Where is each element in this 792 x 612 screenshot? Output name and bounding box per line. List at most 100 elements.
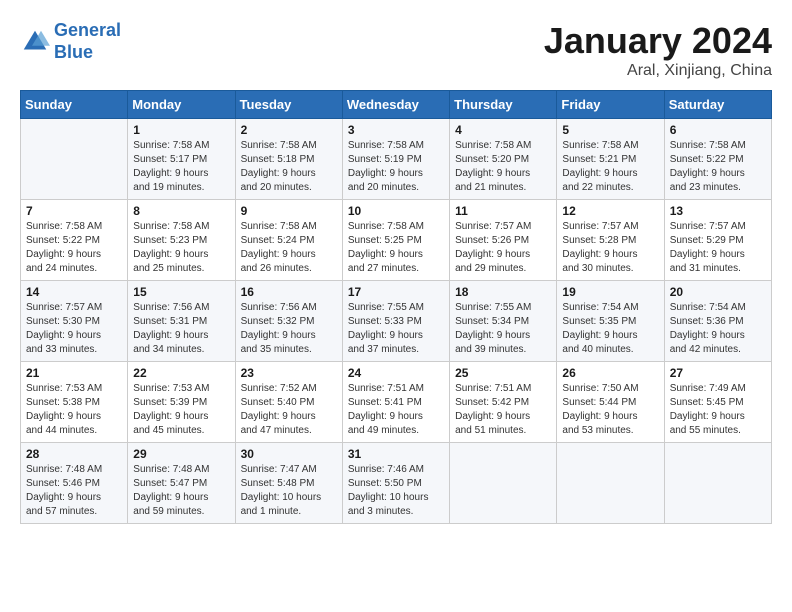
- day-number: 3: [348, 123, 444, 137]
- month-title: January 2024: [544, 20, 772, 62]
- title-block: January 2024 Aral, Xinjiang, China: [544, 20, 772, 80]
- day-info: Sunrise: 7:56 AM Sunset: 5:32 PM Dayligh…: [241, 301, 337, 357]
- day-header-sunday: Sunday: [21, 91, 128, 119]
- day-number: 27: [670, 366, 766, 380]
- day-info: Sunrise: 7:50 AM Sunset: 5:44 PM Dayligh…: [562, 382, 658, 438]
- day-number: 8: [133, 204, 229, 218]
- calendar-cell: 17 Sunrise: 7:55 AM Sunset: 5:33 PM Dayli…: [342, 281, 449, 362]
- day-number: 17: [348, 285, 444, 299]
- day-number: 11: [455, 204, 551, 218]
- calendar-cell: [450, 443, 557, 524]
- calendar-cell: 26Sunrise: 7:50 AM Sunset: 5:44 PM Dayli…: [557, 362, 664, 443]
- day-info: Sunrise: 7:58 AM Sunset: 5:19 PM Dayligh…: [348, 139, 444, 195]
- day-number: 10: [348, 204, 444, 218]
- day-info: Sunrise: 7:46 AM Sunset: 5:50 PM Dayligh…: [348, 463, 444, 519]
- calendar-cell: 12 Sunrise: 7:57 AM Sunset: 5:28 PM Dayli…: [557, 200, 664, 281]
- calendar-cell: 29 Sunrise: 7:48 AM Sunset: 5:47 PM Dayli…: [128, 443, 235, 524]
- day-header-thursday: Thursday: [450, 91, 557, 119]
- day-number: 14: [26, 285, 122, 299]
- calendar-cell: 6Sunrise: 7:58 AM Sunset: 5:22 PM Daylig…: [664, 119, 771, 200]
- day-info: Sunrise: 7:55 AM Sunset: 5:33 PM Dayligh…: [348, 301, 444, 357]
- day-header-wednesday: Wednesday: [342, 91, 449, 119]
- day-number: 12: [562, 204, 658, 218]
- calendar-cell: 10 Sunrise: 7:58 AM Sunset: 5:25 PM Dayli…: [342, 200, 449, 281]
- day-info: Sunrise: 7:58 AM Sunset: 5:24 PM Dayligh…: [241, 220, 337, 276]
- week-row-5: 28Sunrise: 7:48 AM Sunset: 5:46 PM Dayli…: [21, 443, 772, 524]
- calendar-cell: 8 Sunrise: 7:58 AM Sunset: 5:23 PM Daylig…: [128, 200, 235, 281]
- calendar-table: SundayMondayTuesdayWednesdayThursdayFrid…: [20, 90, 772, 524]
- location: Aral, Xinjiang, China: [544, 62, 772, 80]
- calendar-cell: 14 Sunrise: 7:57 AM Sunset: 5:30 PM Dayli…: [21, 281, 128, 362]
- calendar-cell: 19Sunrise: 7:54 AM Sunset: 5:35 PM Dayli…: [557, 281, 664, 362]
- day-info: Sunrise: 7:58 AM Sunset: 5:22 PM Dayligh…: [26, 220, 122, 276]
- logo-text: General Blue: [54, 20, 121, 63]
- day-info: Sunrise: 7:48 AM Sunset: 5:46 PM Dayligh…: [26, 463, 122, 519]
- calendar-cell: 2 Sunrise: 7:58 AM Sunset: 5:18 PM Daylig…: [235, 119, 342, 200]
- calendar-cell: 31 Sunrise: 7:46 AM Sunset: 5:50 PM Dayli…: [342, 443, 449, 524]
- day-number: 22: [133, 366, 229, 380]
- day-number: 31: [348, 447, 444, 461]
- calendar-cell: 7 Sunrise: 7:58 AM Sunset: 5:22 PM Daylig…: [21, 200, 128, 281]
- day-info: Sunrise: 7:57 AM Sunset: 5:28 PM Dayligh…: [562, 220, 658, 276]
- calendar-cell: 24 Sunrise: 7:51 AM Sunset: 5:41 PM Dayli…: [342, 362, 449, 443]
- day-info: Sunrise: 7:51 AM Sunset: 5:41 PM Dayligh…: [348, 382, 444, 438]
- calendar-cell: [664, 443, 771, 524]
- calendar-cell: 5Sunrise: 7:58 AM Sunset: 5:21 PM Daylig…: [557, 119, 664, 200]
- calendar-cell: 30 Sunrise: 7:47 AM Sunset: 5:48 PM Dayli…: [235, 443, 342, 524]
- day-number: 2: [241, 123, 337, 137]
- calendar-cell: 25 Sunrise: 7:51 AM Sunset: 5:42 PM Dayli…: [450, 362, 557, 443]
- calendar-cell: 15 Sunrise: 7:56 AM Sunset: 5:31 PM Dayli…: [128, 281, 235, 362]
- day-header-tuesday: Tuesday: [235, 91, 342, 119]
- day-info: Sunrise: 7:58 AM Sunset: 5:18 PM Dayligh…: [241, 139, 337, 195]
- calendar-cell: 23 Sunrise: 7:52 AM Sunset: 5:40 PM Dayli…: [235, 362, 342, 443]
- day-number: 21: [26, 366, 122, 380]
- day-info: Sunrise: 7:54 AM Sunset: 5:36 PM Dayligh…: [670, 301, 766, 357]
- day-number: 16: [241, 285, 337, 299]
- day-info: Sunrise: 7:51 AM Sunset: 5:42 PM Dayligh…: [455, 382, 551, 438]
- day-info: Sunrise: 7:52 AM Sunset: 5:40 PM Dayligh…: [241, 382, 337, 438]
- day-info: Sunrise: 7:56 AM Sunset: 5:31 PM Dayligh…: [133, 301, 229, 357]
- calendar-cell: 4Sunrise: 7:58 AM Sunset: 5:20 PM Daylig…: [450, 119, 557, 200]
- day-info: Sunrise: 7:58 AM Sunset: 5:25 PM Dayligh…: [348, 220, 444, 276]
- day-header-monday: Monday: [128, 91, 235, 119]
- day-number: 15: [133, 285, 229, 299]
- day-header-friday: Friday: [557, 91, 664, 119]
- day-info: Sunrise: 7:48 AM Sunset: 5:47 PM Dayligh…: [133, 463, 229, 519]
- calendar-cell: 13Sunrise: 7:57 AM Sunset: 5:29 PM Dayli…: [664, 200, 771, 281]
- day-number: 7: [26, 204, 122, 218]
- day-info: Sunrise: 7:58 AM Sunset: 5:20 PM Dayligh…: [455, 139, 551, 195]
- day-info: Sunrise: 7:55 AM Sunset: 5:34 PM Dayligh…: [455, 301, 551, 357]
- calendar-cell: 28Sunrise: 7:48 AM Sunset: 5:46 PM Dayli…: [21, 443, 128, 524]
- day-info: Sunrise: 7:58 AM Sunset: 5:23 PM Dayligh…: [133, 220, 229, 276]
- day-info: Sunrise: 7:53 AM Sunset: 5:38 PM Dayligh…: [26, 382, 122, 438]
- day-number: 25: [455, 366, 551, 380]
- day-number: 23: [241, 366, 337, 380]
- day-number: 18: [455, 285, 551, 299]
- day-number: 30: [241, 447, 337, 461]
- day-number: 13: [670, 204, 766, 218]
- day-info: Sunrise: 7:47 AM Sunset: 5:48 PM Dayligh…: [241, 463, 337, 519]
- logo: General Blue: [20, 20, 121, 63]
- day-number: 24: [348, 366, 444, 380]
- day-info: Sunrise: 7:57 AM Sunset: 5:26 PM Dayligh…: [455, 220, 551, 276]
- calendar-cell: 3 Sunrise: 7:58 AM Sunset: 5:19 PM Daylig…: [342, 119, 449, 200]
- calendar-cell: 27 Sunrise: 7:49 AM Sunset: 5:45 PM Dayli…: [664, 362, 771, 443]
- calendar-cell: 16 Sunrise: 7:56 AM Sunset: 5:32 PM Dayli…: [235, 281, 342, 362]
- calendar-cell: 21 Sunrise: 7:53 AM Sunset: 5:38 PM Dayli…: [21, 362, 128, 443]
- calendar-cell: 1Sunrise: 7:58 AM Sunset: 5:17 PM Daylig…: [128, 119, 235, 200]
- day-info: Sunrise: 7:58 AM Sunset: 5:22 PM Dayligh…: [670, 139, 766, 195]
- calendar-cell: 20Sunrise: 7:54 AM Sunset: 5:36 PM Dayli…: [664, 281, 771, 362]
- week-row-1: 1Sunrise: 7:58 AM Sunset: 5:17 PM Daylig…: [21, 119, 772, 200]
- day-info: Sunrise: 7:53 AM Sunset: 5:39 PM Dayligh…: [133, 382, 229, 438]
- day-number: 1: [133, 123, 229, 137]
- calendar-cell: 9 Sunrise: 7:58 AM Sunset: 5:24 PM Daylig…: [235, 200, 342, 281]
- week-row-4: 21 Sunrise: 7:53 AM Sunset: 5:38 PM Dayli…: [21, 362, 772, 443]
- day-number: 9: [241, 204, 337, 218]
- calendar-cell: [21, 119, 128, 200]
- day-number: 29: [133, 447, 229, 461]
- calendar-cell: 22 Sunrise: 7:53 AM Sunset: 5:39 PM Dayli…: [128, 362, 235, 443]
- day-info: Sunrise: 7:57 AM Sunset: 5:30 PM Dayligh…: [26, 301, 122, 357]
- week-row-3: 14 Sunrise: 7:57 AM Sunset: 5:30 PM Dayli…: [21, 281, 772, 362]
- day-info: Sunrise: 7:49 AM Sunset: 5:45 PM Dayligh…: [670, 382, 766, 438]
- calendar-cell: 18 Sunrise: 7:55 AM Sunset: 5:34 PM Dayli…: [450, 281, 557, 362]
